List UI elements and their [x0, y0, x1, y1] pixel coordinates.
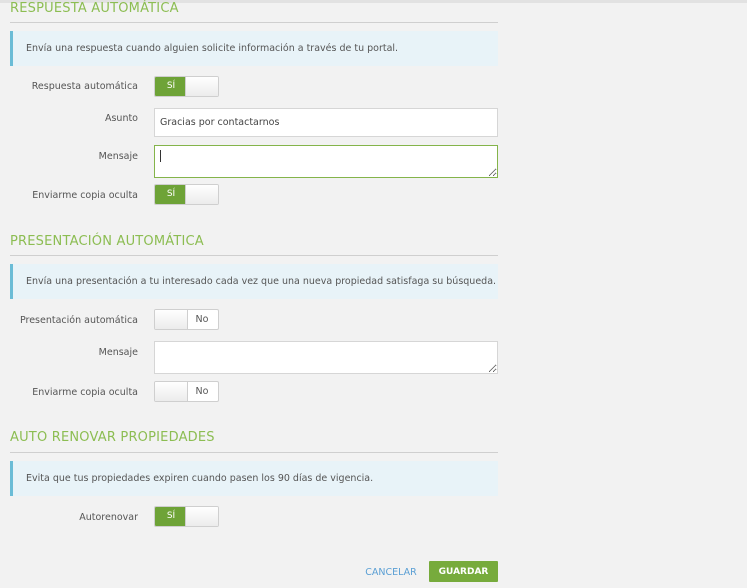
toggle-off-state: No	[195, 314, 209, 325]
asunto-label: Asunto	[104, 113, 138, 124]
copia-oculta-presentacion-toggle[interactable]: No	[154, 381, 219, 402]
toggle-on-state: SÍ	[155, 77, 187, 96]
section-title-renovar: AUTO RENOVAR PROPIEDADES	[10, 430, 215, 445]
copia-oculta-respuesta-toggle[interactable]: SÍ	[154, 184, 219, 205]
respuesta-toggle-label: Respuesta automática	[31, 81, 138, 92]
mensaje-presentacion-textarea[interactable]	[154, 341, 498, 374]
section-divider	[10, 22, 498, 23]
section-divider	[10, 255, 498, 256]
presentacion-automatica-toggle[interactable]: No	[154, 309, 219, 330]
info-box-presentacion: Envía una presentación a tu interesado c…	[10, 264, 498, 299]
toggle-knob	[185, 507, 218, 526]
mensaje-label: Mensaje	[98, 151, 138, 162]
copia-oculta-label: Enviarme copia oculta	[32, 387, 138, 398]
copia-oculta-label: Enviarme copia oculta	[32, 190, 138, 201]
section-title-respuesta: RESPUESTA AUTOMÁTICA	[10, 1, 179, 16]
respuesta-automatica-toggle[interactable]: SÍ	[154, 76, 219, 97]
info-box-renovar: Evita que tus propiedades expiren cuando…	[10, 461, 498, 496]
toggle-knob	[155, 310, 188, 329]
toggle-off-state: No	[195, 386, 209, 397]
section-title-presentacion: PRESENTACIÓN AUTOMÁTICA	[10, 234, 204, 249]
section-divider	[10, 452, 498, 453]
toggle-knob	[185, 77, 218, 96]
autorenovar-toggle[interactable]: SÍ	[154, 506, 219, 527]
text-cursor	[160, 150, 161, 162]
presentacion-toggle-label: Presentación automática	[19, 315, 138, 326]
autorenovar-label: Autorenovar	[79, 512, 138, 523]
mensaje-respuesta-textarea[interactable]	[154, 145, 498, 178]
toggle-on-state: SÍ	[155, 185, 187, 204]
info-box-respuesta: Envía una respuesta cuando alguien solic…	[10, 31, 498, 66]
cancel-button[interactable]: CANCELAR	[360, 562, 422, 582]
toggle-knob	[155, 382, 188, 401]
save-button[interactable]: GUARDAR	[429, 561, 498, 582]
toggle-knob	[185, 185, 218, 204]
toggle-on-state: SÍ	[155, 507, 187, 526]
asunto-input[interactable]	[154, 108, 498, 137]
mensaje-label: Mensaje	[98, 347, 138, 358]
